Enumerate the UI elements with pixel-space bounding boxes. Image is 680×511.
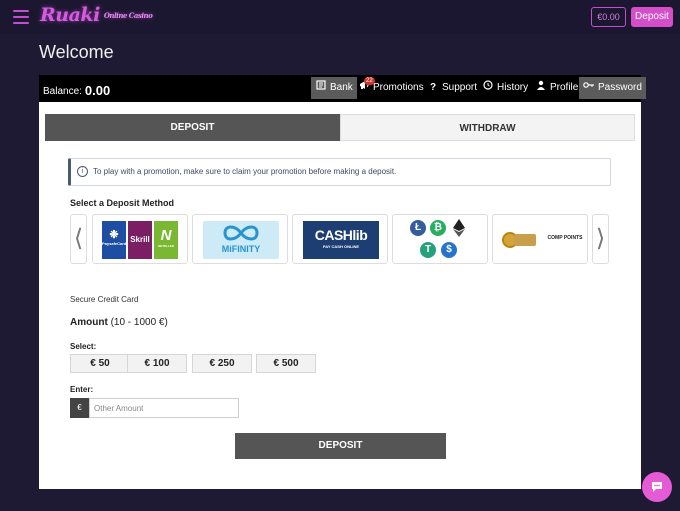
nav-support-label: Support	[442, 82, 478, 93]
amount-option-500[interactable]: € 500	[256, 354, 316, 373]
chat-button[interactable]	[642, 472, 672, 502]
method-comp-points[interactable]: COMP POINTS	[492, 214, 588, 264]
tab-deposit[interactable]: DEPOSIT	[45, 114, 340, 141]
method-title: Secure Credit Card	[70, 295, 139, 304]
amount-heading: Amount (10 - 1000 €)	[70, 317, 168, 328]
nav-password-label: Password	[598, 82, 642, 93]
coin-stack-icon	[514, 234, 536, 246]
key-icon	[583, 77, 595, 99]
method-mifinity[interactable]: MiFINITY	[192, 214, 288, 264]
user-icon	[535, 77, 547, 99]
menu-icon[interactable]	[13, 10, 29, 24]
history-icon	[482, 77, 494, 99]
header-deposit-button[interactable]: Deposit	[631, 7, 673, 27]
bitcoin-icon: ₿	[430, 220, 446, 236]
nav-bank[interactable]: Bank	[311, 77, 357, 99]
nav-profile-label: Profile	[550, 82, 579, 93]
method-crypto[interactable]: Ł ₿ T $	[392, 214, 488, 264]
skrill-logo: Skrill	[128, 221, 152, 259]
enter-label: Enter:	[70, 385, 94, 394]
account-bar: Balance: 0.00 Bank 22 Promotions ? Support …	[39, 75, 646, 102]
amount-option-100[interactable]: € 100	[127, 354, 187, 373]
infinity-icon	[223, 225, 259, 241]
amount-option-50[interactable]: € 50	[70, 354, 130, 373]
currency-prefix: €	[70, 398, 89, 418]
usdc-icon: $	[441, 242, 457, 258]
balance-value: 0.00	[84, 83, 111, 98]
carousel-prev-button[interactable]: ⟨	[70, 214, 87, 264]
page-title: Welcome	[39, 42, 114, 62]
method-paysafe-skrill-neteller[interactable]: ❉ PaysafeCard Skrill N NETELLER	[92, 214, 188, 264]
tether-icon: T	[420, 242, 436, 258]
nav-history[interactable]: History	[478, 77, 532, 99]
select-label: Select:	[70, 342, 97, 351]
account-balance: Balance: 0.00	[43, 82, 111, 98]
site-logo[interactable]: Ruaki Online Casino	[40, 4, 153, 26]
method-cashlib[interactable]: CASHlib PAY CASH ONLINE	[292, 214, 388, 264]
litecoin-icon: Ł	[410, 220, 426, 236]
question-icon: ?	[429, 82, 437, 93]
deposit-submit-button[interactable]: DEPOSIT	[235, 433, 446, 459]
notice-text: To play with a promotion, make sure to c…	[93, 167, 397, 176]
cashlib-logo: CASHlib PAY CASH ONLINE	[303, 221, 379, 259]
amount-label: Amount	[70, 317, 108, 328]
top-header: Ruaki Online Casino €0.00 Deposit	[0, 0, 680, 34]
nav-password[interactable]: Password	[579, 77, 646, 99]
header-balance[interactable]: €0.00	[591, 7, 626, 27]
amount-range: (10 - 1000 €)	[110, 317, 168, 328]
paysafecard-logo: ❉ PaysafeCard	[102, 221, 126, 259]
ethereum-icon	[452, 219, 466, 237]
neteller-logo: N NETELLER	[154, 221, 178, 259]
amount-option-250[interactable]: € 250	[192, 354, 252, 373]
info-icon: i	[77, 166, 88, 177]
deposit-method-label: Select a Deposit Method	[70, 198, 175, 208]
bank-icon	[315, 77, 327, 99]
balance-label: Balance:	[43, 86, 82, 97]
other-amount-input[interactable]	[89, 398, 239, 418]
bank-panel: DEPOSIT WITHDRAW i To play with a promot…	[39, 102, 641, 489]
tab-withdraw[interactable]: WITHDRAW	[340, 114, 635, 141]
nav-profile[interactable]: Profile	[531, 77, 582, 99]
promotion-notice: i To play with a promotion, make sure to…	[68, 158, 611, 186]
promotions-badge: 22	[364, 77, 375, 85]
carousel-next-button[interactable]: ⟩	[592, 214, 609, 264]
mifinity-logo: MiFINITY	[203, 221, 279, 259]
nav-bank-label: Bank	[330, 82, 353, 93]
nav-promotions[interactable]: 22 Promotions	[354, 77, 428, 99]
nav-history-label: History	[497, 82, 529, 93]
comp-points-label: COMP POINTS	[547, 235, 583, 241]
chat-icon	[652, 482, 662, 492]
nav-promotions-label: Promotions	[373, 82, 424, 93]
nav-support[interactable]: ? Support	[423, 77, 481, 99]
